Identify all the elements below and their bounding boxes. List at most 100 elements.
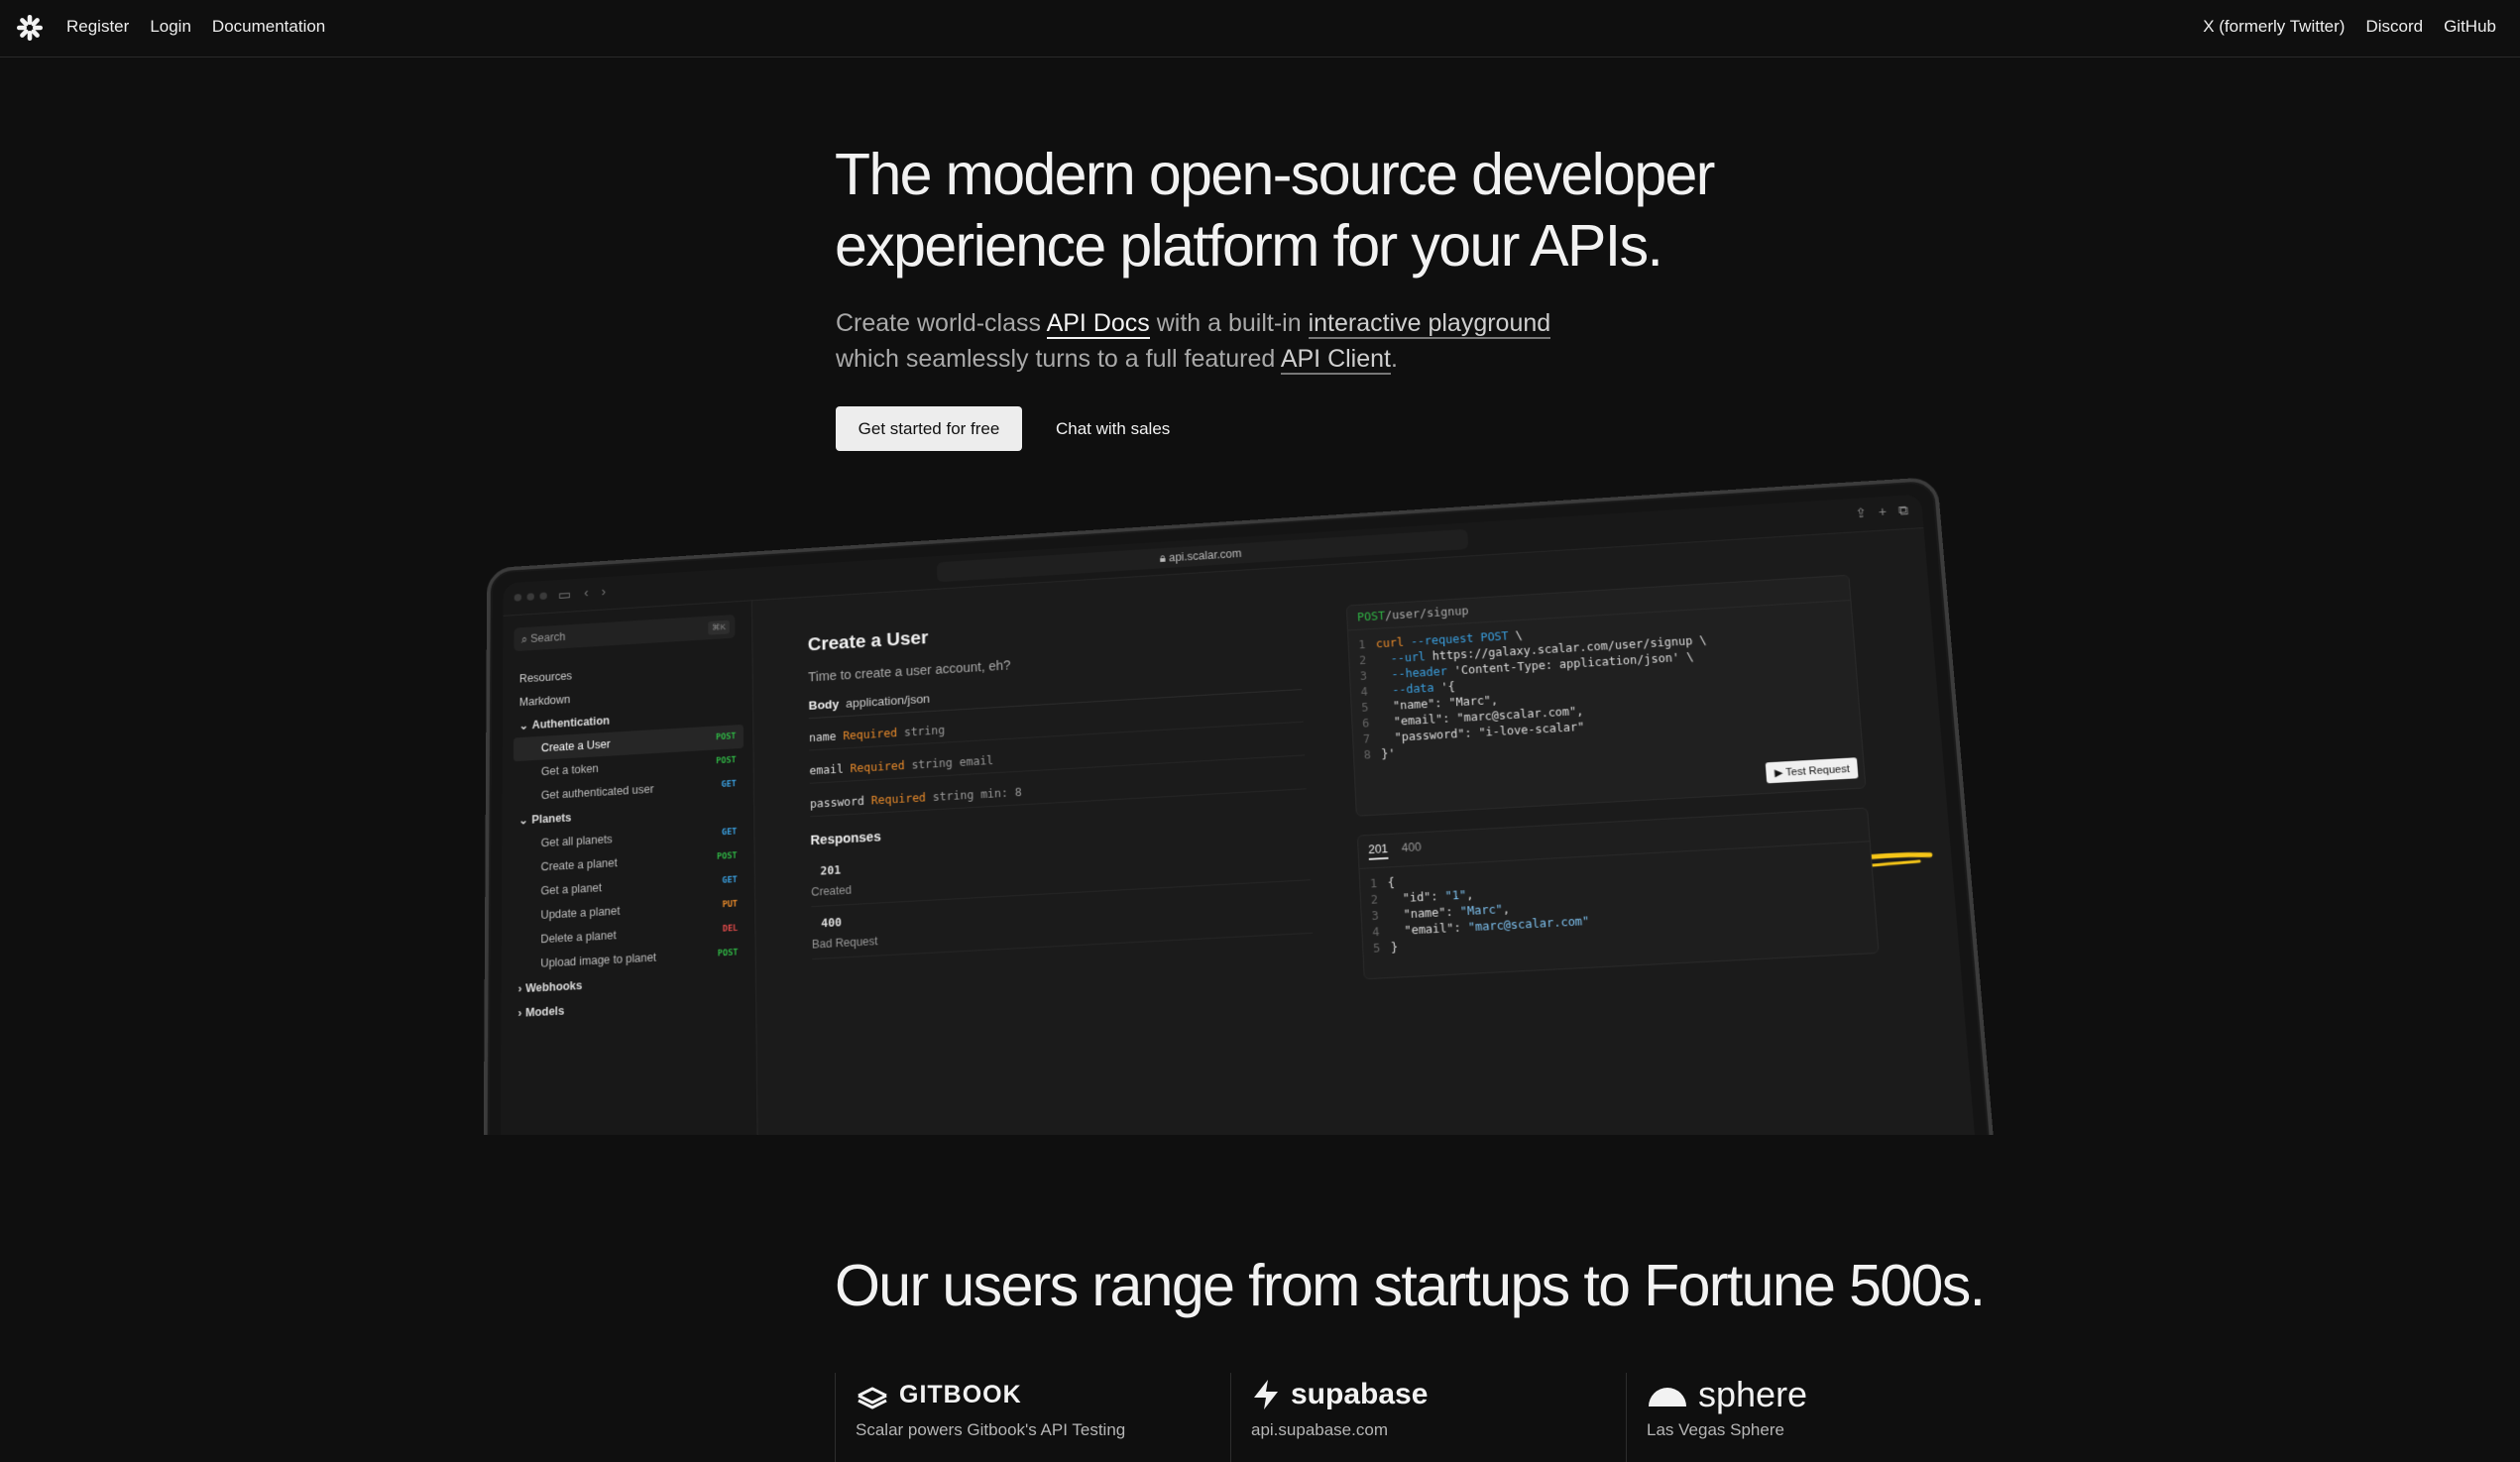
request-method: POST — [1356, 609, 1386, 624]
customer-card-supabase[interactable]: supabase api.supabase.com — [1230, 1373, 1626, 1462]
customer-card-gitbook[interactable]: GITBOOK Scalar powers Gitbook's API Test… — [835, 1373, 1230, 1462]
sphere-logo: sphere — [1647, 1374, 2021, 1414]
sidebar-item-label: Update a planet — [540, 904, 621, 922]
http-method-badge: GET — [722, 875, 738, 886]
tabs-icon: ⧉ — [1897, 502, 1909, 518]
response-tab-201: 201 — [1368, 842, 1389, 860]
sidebar-item-label: Create a planet — [540, 855, 618, 874]
laptop-frame: ▭ ‹ › 🔒︎ api.scalar.com ⇪ + ⧉ ⌕ Search ⌘… — [482, 476, 2001, 1135]
http-method-badge: POST — [717, 851, 738, 862]
hero-title-line-1: The modern open-source developer — [835, 142, 1715, 207]
scalar-logo-icon[interactable] — [15, 13, 45, 43]
http-method-badge: DEL — [722, 924, 739, 935]
sidebar-item-label: Get a planet — [540, 881, 603, 898]
chevron-right-icon: › — [517, 981, 522, 996]
param-name: name — [808, 730, 837, 744]
hero-sub-text-2: with a built-in — [1149, 309, 1309, 337]
gitbook-caption: Scalar powers Gitbook's API Testing — [856, 1420, 1126, 1439]
sidebar-toggle-icon: ▭ — [557, 587, 572, 604]
http-method-badge: POST — [717, 948, 739, 959]
request-path: /user/signup — [1384, 604, 1469, 622]
param-type: string email — [911, 753, 994, 772]
customer-logos: GITBOOK Scalar powers Gitbook's API Test… — [835, 1373, 2021, 1462]
response-desc: Bad Request — [811, 934, 878, 952]
param-required: Required — [850, 758, 905, 775]
sphere-caption: Las Vegas Sphere — [1647, 1420, 1784, 1439]
share-icon: ⇪ — [1854, 505, 1868, 521]
supabase-logo: supabase — [1251, 1375, 1626, 1414]
nav-discord-link[interactable]: Discord — [2365, 17, 2423, 37]
gitbook-wordmark: GITBOOK — [899, 1380, 1022, 1408]
product-screenshot-area: ▭ ‹ › 🔒︎ api.scalar.com ⇪ + ⧉ ⌕ Search ⌘… — [0, 466, 2520, 1135]
new-tab-icon: + — [1878, 504, 1888, 519]
hero-title: The modern open-source developer experie… — [835, 139, 1826, 281]
window-controls — [514, 592, 547, 602]
sidebar-item-label: Get all planets — [540, 833, 613, 850]
sidebar-item-label: Resources — [518, 669, 573, 686]
chat-with-sales-button[interactable]: Chat with sales — [1044, 406, 1182, 451]
response-tab-400: 400 — [1401, 840, 1422, 855]
response-code: 201 — [820, 863, 842, 878]
back-icon: ‹ — [583, 585, 589, 601]
supabase-bolt-icon — [1254, 1380, 1278, 1409]
docs-search-input: ⌕ Search ⌘K — [514, 614, 736, 652]
sidebar-item-label: Get a token — [540, 761, 599, 779]
sphere-dome-icon — [1649, 1388, 1686, 1406]
http-method-badge: PUT — [722, 899, 739, 911]
hero-subtitle: Create world-class API Docs with a built… — [836, 305, 1728, 377]
param-name: email — [809, 762, 844, 778]
users-section-title: Our users range from startups to Fortune… — [835, 1253, 1986, 1318]
browser-actions: ⇪ + ⧉ — [1855, 503, 1909, 521]
test-request-button: ▶ Test Request — [1766, 757, 1859, 784]
api-client-link[interactable]: API Client — [1280, 345, 1391, 375]
supabase-wordmark: supabase — [1291, 1378, 1429, 1410]
nav-github-link[interactable]: GitHub — [2444, 17, 2496, 37]
api-docs-link[interactable]: API Docs — [1046, 309, 1150, 339]
http-method-badge: POST — [716, 755, 737, 767]
http-method-badge: GET — [721, 779, 737, 790]
sidebar-item-label: Models — [525, 1004, 565, 1020]
sidebar-item-label: Upload image to planet — [540, 951, 657, 970]
body-label: Body — [808, 697, 840, 713]
nav-login-link[interactable]: Login — [150, 17, 191, 37]
param-required: Required — [843, 726, 898, 743]
url-text: api.scalar.com — [1168, 546, 1242, 565]
interactive-playground-link[interactable]: interactive playground — [1308, 309, 1551, 339]
sidebar-item-label: Markdown — [518, 693, 571, 709]
param-required: Required — [870, 791, 927, 808]
sidebar-item-label: Webhooks — [525, 978, 583, 995]
nav-twitter-link[interactable]: X (formerly Twitter) — [2203, 17, 2345, 37]
browser-nav-icons: ▭ ‹ › — [558, 584, 606, 603]
http-method-badge: GET — [721, 827, 738, 839]
search-icon: ⌕ — [520, 631, 528, 645]
responses-heading: Responses — [810, 829, 881, 848]
nav-documentation-link[interactable]: Documentation — [212, 17, 325, 37]
sidebar-item-label: Get authenticated user — [540, 782, 654, 802]
endpoint-title: Create a User — [807, 627, 929, 656]
sidebar-item-label: Planets — [531, 811, 572, 827]
search-shortcut: ⌘K — [708, 619, 730, 635]
sidebar-item-label: Delete a planet — [540, 928, 617, 947]
hero-sub-text-3: which seamlessly turns to a full feature… — [836, 345, 1281, 373]
gitbook-logo: GITBOOK — [856, 1375, 1230, 1414]
chevron-down-icon: ⌄ — [518, 719, 529, 732]
sphere-wordmark: sphere — [1698, 1374, 1808, 1414]
chevron-right-icon: › — [517, 1006, 522, 1020]
sidebar-item-label: Create a User — [540, 737, 611, 755]
docs-sidebar-nav: Resources Markdown ⌄ Authentication Create … — [513, 654, 746, 1026]
param-type: string min: 8 — [932, 785, 1022, 804]
laptop-screen: ▭ ‹ › 🔒︎ api.scalar.com ⇪ + ⧉ ⌕ Search ⌘… — [500, 494, 1982, 1135]
customer-card-sphere[interactable]: sphere Las Vegas Sphere — [1626, 1373, 2021, 1462]
supabase-caption: api.supabase.com — [1251, 1420, 1388, 1439]
hero-title-line-2: experience platform for your APIs. — [835, 213, 1663, 279]
body-content-type: application/json — [845, 691, 931, 711]
docs-sidebar: ⌕ Search ⌘K Resources Markdown ⌄ Authentic… — [500, 601, 759, 1135]
endpoint-doc: Create a User Time to create a user acco… — [779, 567, 1336, 1135]
get-started-button[interactable]: Get started for free — [836, 406, 1022, 451]
response-code: 400 — [821, 915, 843, 931]
nav-register-link[interactable]: Register — [66, 17, 129, 37]
forward-icon: › — [601, 584, 607, 600]
hero-sub-text-1: Create world-class — [836, 309, 1047, 337]
lock-icon: 🔒︎ — [1159, 551, 1167, 565]
http-method-badge: POST — [716, 731, 737, 743]
